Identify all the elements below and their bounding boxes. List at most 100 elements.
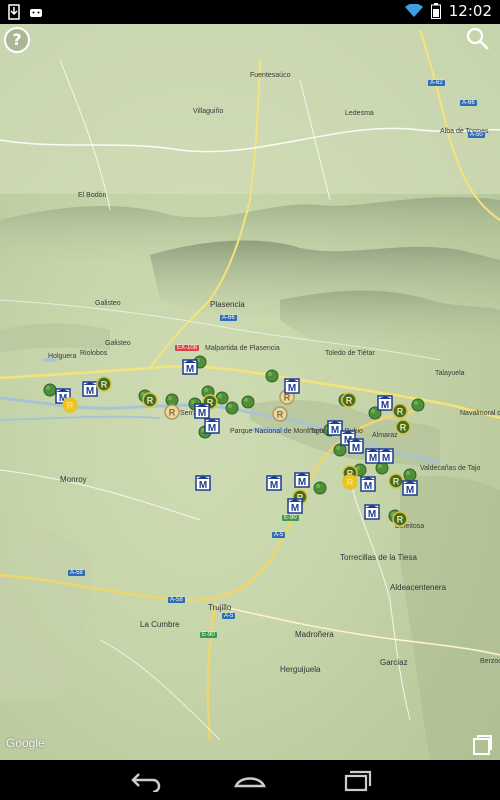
svg-text:M: M: [368, 509, 376, 520]
road-shield: E-90: [282, 515, 299, 521]
svg-text:M: M: [381, 400, 389, 411]
svg-text:R: R: [277, 410, 284, 420]
map-terrain: [0, 24, 500, 760]
road-shield: A-62: [428, 80, 445, 86]
ruins-marker-icon[interactable]: R: [164, 404, 180, 420]
museum-marker-icon[interactable]: M: [287, 498, 303, 514]
ruins-marker-icon[interactable]: R: [392, 511, 408, 527]
battery-icon: [430, 3, 441, 19]
svg-text:M: M: [406, 485, 414, 496]
google-attribution: Google: [6, 736, 45, 750]
svg-text:R: R: [67, 401, 74, 411]
town-label: Galisteo: [95, 300, 121, 307]
svg-text:R: R: [346, 396, 353, 406]
svg-text:M: M: [352, 443, 360, 454]
museum-marker-icon[interactable]: M: [360, 476, 376, 492]
tree-icon[interactable]: [265, 369, 279, 383]
svg-text:M: M: [364, 481, 372, 492]
svg-text:R: R: [397, 515, 404, 525]
back-icon[interactable]: [125, 768, 165, 792]
town-label: Ledesma: [345, 110, 374, 117]
tree-icon[interactable]: [411, 398, 425, 412]
svg-text:M: M: [382, 453, 390, 464]
road-shield: A-5: [272, 532, 286, 538]
svg-text:R: R: [347, 478, 354, 488]
town-label: Madroñera: [295, 630, 334, 639]
ruins-marker-icon[interactable]: R: [342, 474, 358, 490]
town-label: Almaraz: [372, 432, 398, 439]
museum-marker-icon[interactable]: M: [266, 475, 282, 491]
tree-icon[interactable]: [313, 481, 327, 495]
town-label: El Bodón: [78, 192, 107, 199]
ruins-marker-icon[interactable]: R: [62, 397, 78, 413]
town-label: Monroy: [60, 475, 87, 484]
svg-text:R: R: [101, 380, 108, 390]
town-label: Riolobos: [80, 350, 108, 357]
svg-text:R: R: [393, 477, 400, 487]
museum-marker-icon[interactable]: M: [377, 395, 393, 411]
museum-marker-icon[interactable]: M: [194, 403, 210, 419]
download-notification-icon: [8, 4, 20, 20]
museum-marker-icon[interactable]: M: [284, 378, 300, 394]
road-shield: A-58: [68, 570, 85, 576]
ruins-marker-icon[interactable]: R: [392, 403, 408, 419]
road-shield: A-50: [468, 132, 485, 138]
map-view[interactable]: Villaguiño Ledesma Fuentesaúco Alba de Torm…: [0, 24, 500, 760]
town-label: Torrecillas de la Tiesa: [340, 553, 417, 562]
town-label: Talayuela: [435, 370, 465, 377]
svg-text:M: M: [369, 453, 377, 464]
museum-marker-icon[interactable]: M: [378, 448, 394, 464]
wifi-icon: [404, 4, 423, 17]
town-label: Fuentesaúco: [250, 72, 291, 79]
museum-marker-icon[interactable]: M: [364, 504, 380, 520]
ruins-marker-icon[interactable]: R: [272, 406, 288, 422]
museum-marker-icon[interactable]: M: [402, 480, 418, 496]
town-label: La Cumbre: [140, 620, 180, 629]
ruins-marker-icon[interactable]: R: [341, 392, 357, 408]
svg-text:M: M: [331, 425, 339, 436]
town-label: Galisteo: [105, 340, 131, 347]
museum-marker-icon[interactable]: M: [348, 438, 364, 454]
svg-text:R: R: [147, 396, 154, 406]
clock-time: 12:02: [448, 2, 492, 20]
help-button[interactable]: ?: [4, 27, 30, 53]
navigation-bar: [0, 760, 500, 800]
tree-icon[interactable]: [225, 401, 239, 415]
ruins-marker-icon[interactable]: R: [395, 419, 411, 435]
museum-marker-icon[interactable]: M: [294, 472, 310, 488]
road-shield: EX-108: [175, 345, 200, 351]
town-label: Villaguiño: [193, 108, 224, 115]
town-label: Malpartida de Plasencia: [205, 345, 280, 352]
road-shield: A-66: [220, 315, 237, 321]
home-icon[interactable]: [230, 768, 270, 792]
town-label: Valdecañas de Tajo: [420, 465, 481, 472]
town-label: Herguijuela: [280, 665, 321, 674]
tree-icon[interactable]: [241, 395, 255, 409]
town-label: Garciaz: [380, 658, 408, 667]
svg-text:M: M: [298, 477, 306, 488]
town-label: Parque Nacional de Monfragüe: [230, 428, 327, 435]
map-layers-icon[interactable]: [470, 733, 494, 757]
town-label: Berzocana: [480, 658, 500, 665]
town-label: Holguera: [48, 353, 77, 360]
museum-marker-icon[interactable]: M: [182, 359, 198, 375]
svg-text:R: R: [397, 407, 404, 417]
ruins-marker-icon[interactable]: R: [142, 392, 158, 408]
svg-text:M: M: [208, 423, 216, 434]
road-shield: A-58: [168, 597, 185, 603]
recent-apps-icon[interactable]: [336, 768, 376, 792]
svg-text:M: M: [270, 480, 278, 491]
town-label: Navalmoral de la Mata: [460, 410, 500, 417]
search-icon[interactable]: [464, 25, 492, 53]
android-notification-icon: [30, 9, 42, 17]
town-label: Aldeacentenera: [390, 583, 447, 592]
town-label: Toledo de Tiétar: [325, 350, 375, 357]
road-shield: E-90: [200, 632, 217, 638]
svg-text:M: M: [288, 383, 296, 394]
svg-text:M: M: [186, 364, 194, 375]
ruins-marker-icon[interactable]: R: [96, 376, 112, 392]
town-label: Plasencia: [210, 300, 245, 309]
museum-marker-icon[interactable]: M: [195, 475, 211, 491]
road-shield: A-66: [460, 100, 477, 106]
museum-marker-icon[interactable]: M: [204, 418, 220, 434]
